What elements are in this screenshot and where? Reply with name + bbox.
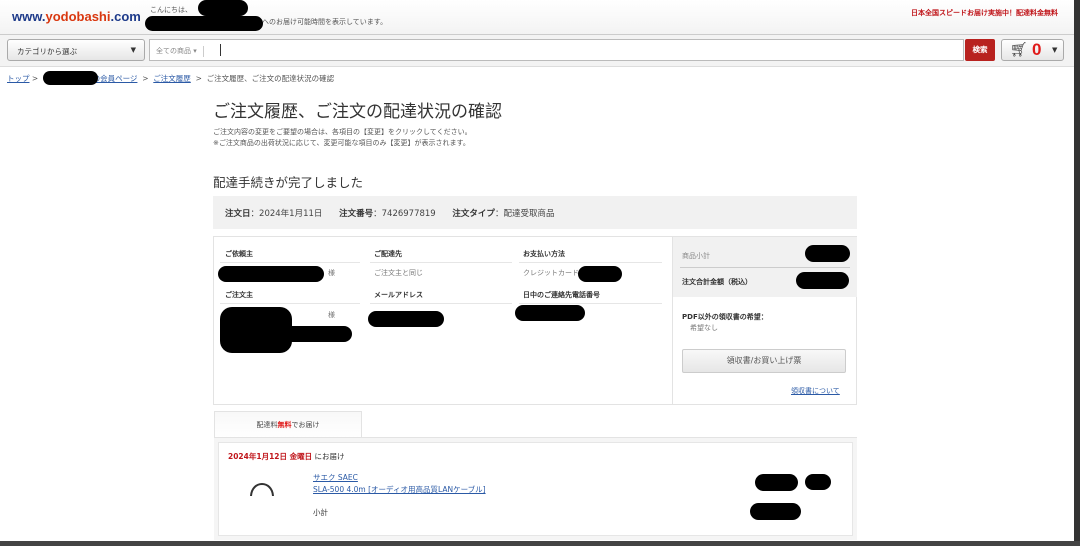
tab-free-delivery[interactable]: 配達料無料でお届け xyxy=(214,411,362,438)
cable-product-image xyxy=(250,483,274,497)
divider xyxy=(370,262,512,263)
divider xyxy=(370,303,512,304)
redaction xyxy=(750,503,801,520)
order-number: 7426977819 xyxy=(381,209,436,219)
delivery-date-suffix: にお届け xyxy=(314,452,345,461)
honorific: 様 xyxy=(328,269,335,277)
delivery-label: ご配達先 xyxy=(374,250,402,258)
orderer-label: ご注文主 xyxy=(225,291,253,299)
honorific: 様 xyxy=(328,311,335,319)
page-title: ご注文履歴、ご注文の配達状況の確認 xyxy=(213,102,502,122)
receipt-button[interactable]: 領収書/お買い上げ票 xyxy=(682,349,846,373)
window-bottom-edge xyxy=(0,541,1080,546)
order-type-label: 注文タイプ xyxy=(452,209,495,219)
divider xyxy=(220,262,360,263)
redaction xyxy=(755,474,798,491)
requester-label: ご依頼主 xyxy=(225,250,253,258)
tab-label: でお届け xyxy=(291,421,320,429)
redaction xyxy=(578,266,622,282)
order-summary: 注文日：2024年1月11日 注文番号：7426977819 注文タイプ：配達受… xyxy=(213,196,857,229)
payment-value: クレジットカード xyxy=(523,269,579,277)
chevron-down-icon: ▼ xyxy=(1052,46,1058,54)
scope-select-label: 全ての商品 xyxy=(156,47,191,55)
availability-text: へのお届け可能時間を表示しています。 xyxy=(262,18,388,26)
redaction xyxy=(280,326,352,342)
category-select-label: カテゴリから選ぶ xyxy=(17,47,77,56)
breadcrumb-member[interactable]: の会員ページ xyxy=(93,74,138,83)
redaction xyxy=(796,272,849,289)
breadcrumb-top[interactable]: トップ xyxy=(7,74,30,83)
breadcrumb-current: ご注文履歴、ご注文の配達状況の確認 xyxy=(206,74,335,83)
phone-label: 日中のご連絡先電話番号 xyxy=(523,291,600,299)
order-date: 2024年1月11日 xyxy=(259,209,323,219)
product-brand-link[interactable]: サエク SAEC xyxy=(313,472,358,483)
divider xyxy=(519,262,662,263)
order-type: 配達受取商品 xyxy=(503,209,555,219)
delivery-value: ご注文主と同じ xyxy=(374,269,423,277)
search-input[interactable]: 全ての商品 ▾ xyxy=(149,39,964,61)
search-bar: カテゴリから選ぶ ▼ 全ての商品 ▾ 検索 🛒︎ 0 ▼ xyxy=(0,35,1074,67)
redaction xyxy=(198,0,248,16)
chevron-down-icon: ▼ xyxy=(130,46,136,54)
breadcrumb-sep: > xyxy=(142,74,149,83)
divider xyxy=(220,303,360,304)
order-number-label: 注文番号 xyxy=(339,209,374,219)
subtotal-label: 商品小計 xyxy=(682,252,710,260)
cart-count: 0 xyxy=(1032,40,1042,59)
page-note: ご注文内容の変更をご要望の場合は、各項目の【変更】をクリックしてください。 xyxy=(213,128,472,136)
breadcrumb-sep: > xyxy=(195,74,202,83)
greeting-prefix: こんにちは、 xyxy=(150,6,192,14)
redaction xyxy=(43,71,98,85)
text-cursor xyxy=(220,44,221,56)
redaction xyxy=(218,266,324,282)
receipt-info-link[interactable]: 領収書について xyxy=(791,386,840,396)
total-label: 注文合計金額（税込） xyxy=(682,278,752,286)
receipt-pref-value: 希望なし xyxy=(690,324,718,332)
scrollbar[interactable] xyxy=(1074,0,1080,546)
breadcrumb-sep: > xyxy=(31,74,39,83)
redaction xyxy=(805,245,850,262)
scope-select[interactable]: 全ての商品 ▾ xyxy=(156,46,204,57)
redaction xyxy=(368,311,444,327)
order-date-label: 注文日 xyxy=(225,209,251,219)
receipt-pref-label: PDF以外の領収書の希望： xyxy=(682,313,768,321)
redaction xyxy=(145,16,263,31)
category-select[interactable]: カテゴリから選ぶ ▼ xyxy=(7,39,145,61)
email-label: メールアドレス xyxy=(374,291,423,299)
payment-label: お支払い方法 xyxy=(523,250,565,258)
cart-button[interactable]: 🛒︎ 0 ▼ xyxy=(1001,39,1064,61)
delivery-date: 2024年1月12日 金曜日 にお届け xyxy=(228,451,345,462)
search-button[interactable]: 検索 xyxy=(965,39,995,61)
site-logo[interactable]: www.yodobashi.com xyxy=(12,9,141,24)
logo-suffix: .com xyxy=(110,9,141,24)
breadcrumb-history[interactable]: ご注文履歴 xyxy=(153,74,191,83)
page-note: ※ご注文商品の出荷状況に応じて、変更可能な項目のみ【変更】が表示されます。 xyxy=(213,139,470,147)
tab-label-free: 無料 xyxy=(277,421,292,429)
divider xyxy=(680,267,850,268)
cart-icon: 🛒︎ xyxy=(1010,42,1028,58)
delivery-date-value: 2024年1月12日 金曜日 xyxy=(228,452,313,461)
redaction xyxy=(515,305,585,321)
order-status-heading: 配達手続きが完了しました xyxy=(213,175,364,190)
promo-banner[interactable]: 日本全国スピードお届け実施中！配達料金無料 xyxy=(911,8,1058,18)
divider xyxy=(519,303,662,304)
logo-prefix: www. xyxy=(12,9,46,24)
item-subtotal-label: 小計 xyxy=(313,508,328,517)
product-name-link[interactable]: SLA-500 4.0m [オーディオ用高品質LANケーブル] xyxy=(313,484,486,495)
logo-brand: yodobashi xyxy=(45,9,111,24)
redaction xyxy=(805,474,831,490)
tab-label: 配達料 xyxy=(256,421,278,429)
